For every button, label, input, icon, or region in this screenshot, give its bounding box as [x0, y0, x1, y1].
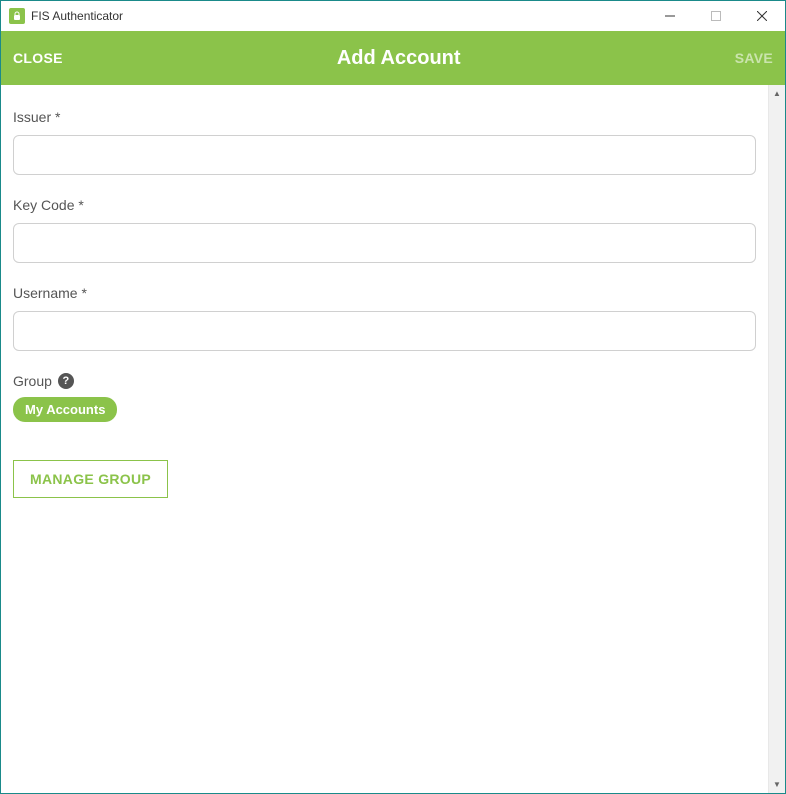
form-content: Issuer * Key Code * Username * Group ? M…: [1, 85, 768, 793]
issuer-label: Issuer *: [13, 109, 756, 125]
key-code-input[interactable]: [13, 223, 756, 263]
username-label: Username *: [13, 285, 756, 301]
key-code-label: Key Code *: [13, 197, 756, 213]
vertical-scrollbar[interactable]: ▲ ▼: [768, 85, 785, 793]
issuer-field-group: Issuer *: [13, 109, 756, 175]
key-code-field-group: Key Code *: [13, 197, 756, 263]
group-label: Group: [13, 373, 52, 389]
group-label-row: Group ?: [13, 373, 756, 389]
app-icon: [9, 8, 25, 24]
page-title: Add Account: [63, 47, 735, 70]
scroll-down-arrow-icon[interactable]: ▼: [769, 776, 785, 793]
minimize-icon: [665, 11, 675, 21]
issuer-input[interactable]: [13, 135, 756, 175]
save-button[interactable]: SAVE: [735, 50, 773, 66]
window-controls: [647, 1, 785, 31]
content-wrapper: Issuer * Key Code * Username * Group ? M…: [1, 85, 785, 793]
maximize-icon: [711, 11, 721, 21]
app-window: FIS Authenticator CLOSE Add Account SAVE…: [0, 0, 786, 794]
group-chip[interactable]: My Accounts: [13, 397, 117, 422]
group-section: Group ? My Accounts: [13, 373, 756, 422]
close-button[interactable]: CLOSE: [13, 50, 63, 66]
maximize-button[interactable]: [693, 1, 739, 31]
app-header: CLOSE Add Account SAVE: [1, 31, 785, 85]
help-icon[interactable]: ?: [58, 373, 74, 389]
manage-group-button[interactable]: MANAGE GROUP: [13, 460, 168, 498]
close-icon: [757, 11, 767, 21]
scroll-up-arrow-icon[interactable]: ▲: [769, 85, 785, 102]
username-field-group: Username *: [13, 285, 756, 351]
close-window-button[interactable]: [739, 1, 785, 31]
titlebar: FIS Authenticator: [1, 1, 785, 31]
minimize-button[interactable]: [647, 1, 693, 31]
username-input[interactable]: [13, 311, 756, 351]
window-title: FIS Authenticator: [31, 9, 647, 23]
